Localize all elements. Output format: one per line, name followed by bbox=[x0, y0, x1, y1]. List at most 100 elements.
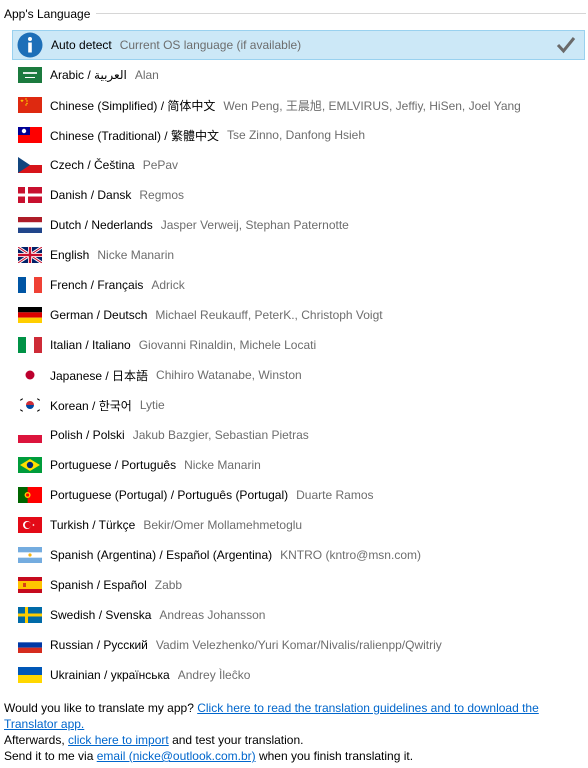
language-name: German / Deutsch bbox=[50, 308, 148, 322]
language-item[interactable]: Korean / 한국어 Lytie bbox=[12, 390, 585, 420]
language-item-auto-detect[interactable]: Auto detect Current OS language (if avai… bbox=[12, 30, 585, 60]
language-translators: Nicke Manarin bbox=[97, 248, 175, 262]
language-name: Russian / Русский bbox=[50, 638, 148, 652]
language-translators: Giovanni Rinaldin, Michele Locati bbox=[138, 338, 317, 352]
flag-spain-icon bbox=[18, 577, 42, 593]
language-name: Spanish (Argentina) / Español (Argentina… bbox=[50, 548, 273, 562]
footer-text: Send it to me via bbox=[4, 749, 97, 763]
info-icon bbox=[17, 32, 43, 58]
flag-argentina-icon bbox=[18, 547, 42, 563]
language-item[interactable]: Turkish / Türkçe Bekir/Omer Mollamehmetog… bbox=[12, 510, 585, 540]
language-translators: Nicke Manarin bbox=[184, 458, 261, 472]
language-translators: Chihiro Watanabe, Winston bbox=[156, 368, 302, 382]
language-name: English bbox=[50, 248, 90, 262]
language-list[interactable]: Auto detect Current OS language (if avai… bbox=[12, 30, 585, 690]
language-item[interactable]: Arabic / العربية Alan bbox=[12, 60, 585, 90]
flag-netherlands-icon bbox=[18, 217, 42, 233]
language-translators: Vadim Velezhenko/Yuri Komar/Nivalis/rali… bbox=[155, 638, 442, 652]
language-name: Chinese (Traditional) / 繁體中文 bbox=[50, 128, 219, 143]
footer-text: Would you like to translate my app? bbox=[4, 701, 198, 715]
language-item[interactable]: Spanish (Argentina) / Español (Argentina… bbox=[12, 540, 585, 570]
language-item[interactable]: French / Français Adrick bbox=[12, 270, 585, 300]
language-item[interactable]: Czech / Čeština PePav bbox=[12, 150, 585, 180]
language-item[interactable]: Chinese (Simplified) / 简体中文 Wen Peng, 王晨旭… bbox=[12, 90, 585, 120]
language-item[interactable]: Dutch / Nederlands Jasper Verweij, Stepha… bbox=[12, 210, 585, 240]
flag-sweden-icon bbox=[18, 607, 42, 623]
language-translators: PePav bbox=[142, 158, 179, 172]
footer-line-1: Would you like to translate my app? Clic… bbox=[4, 700, 584, 732]
flag-ukraine-icon bbox=[18, 667, 42, 683]
flag-saudi-arabia-icon bbox=[18, 67, 42, 83]
language-item[interactable]: English Nicke Manarin bbox=[12, 240, 585, 270]
language-name: Italian / Italiano bbox=[50, 338, 131, 352]
flag-korea-icon bbox=[18, 397, 42, 413]
language-name: Portuguese / Português bbox=[50, 458, 177, 472]
flag-italy-icon bbox=[18, 337, 42, 353]
flag-china-icon bbox=[18, 97, 42, 113]
language-name: Chinese (Simplified) / 简体中文 bbox=[50, 98, 216, 113]
language-item[interactable]: Chinese (Traditional) / 繁體中文 Tse Zinno, D… bbox=[12, 120, 585, 150]
language-name: Turkish / Türkçe bbox=[50, 518, 136, 532]
language-name: Polish / Polski bbox=[50, 428, 125, 442]
language-name: Spanish / Español bbox=[50, 578, 147, 592]
language-translators: Jakub Bazgier, Sebastian Pietras bbox=[132, 428, 309, 442]
language-item[interactable]: Ukrainian / українська Andrey Ìleĉko bbox=[12, 660, 585, 690]
language-item[interactable]: Japanese / 日本語 Chihiro Watanabe, Winston bbox=[12, 360, 585, 390]
language-translators: KNTRO (kntro@msn.com) bbox=[280, 548, 421, 562]
language-name: Arabic / العربية bbox=[50, 68, 127, 82]
language-item[interactable]: Polish / Polski Jakub Bazgier, Sebastian … bbox=[12, 420, 585, 450]
language-translators: Adrick bbox=[151, 278, 185, 292]
language-translators: Lytie bbox=[139, 398, 165, 412]
auto-detect-description: Current OS language (if available) bbox=[119, 38, 302, 52]
footer-line-3: Send it to me via email (nicke@outlook.c… bbox=[4, 748, 584, 764]
language-name: Korean / 한국어 bbox=[50, 398, 132, 413]
language-item[interactable]: Spanish / Español Zabb bbox=[12, 570, 585, 600]
language-translators: Andrey Ìleĉko bbox=[177, 668, 251, 682]
flag-czech-icon bbox=[18, 157, 42, 173]
language-translators: Duarte Ramos bbox=[296, 488, 374, 502]
language-name: Czech / Čeština bbox=[50, 158, 135, 172]
language-translators: Wen Peng, 王晨旭, EMLVIRUS, Jeffiy, HiSen, … bbox=[223, 98, 521, 113]
language-name: Japanese / 日本語 bbox=[50, 368, 149, 383]
flag-poland-icon bbox=[18, 427, 42, 443]
language-translators: Michael Reukauff, PeterK., Christoph Voi… bbox=[155, 308, 383, 322]
flag-japan-icon bbox=[18, 367, 42, 383]
footer-line-2: Afterwards, click here to import and tes… bbox=[4, 732, 584, 748]
language-name: Ukrainian / українська bbox=[50, 668, 170, 682]
language-translators: Regmos bbox=[139, 188, 185, 202]
auto-detect-label: Auto detect bbox=[51, 38, 112, 52]
flag-france-icon bbox=[18, 277, 42, 293]
language-name: Swedish / Svenska bbox=[50, 608, 152, 622]
language-item[interactable]: German / Deutsch Michael Reukauff, PeterK… bbox=[12, 300, 585, 330]
language-item[interactable]: Danish / Dansk Regmos bbox=[12, 180, 585, 210]
language-name: French / Français bbox=[50, 278, 144, 292]
flag-portugal-icon bbox=[18, 487, 42, 503]
groupbox-border bbox=[96, 13, 586, 14]
flag-taiwan-icon bbox=[18, 127, 42, 143]
language-item[interactable]: Portuguese (Portugal) / Português (Portu… bbox=[12, 480, 585, 510]
flag-russia-icon bbox=[18, 637, 42, 653]
language-name: Danish / Dansk bbox=[50, 188, 132, 202]
language-translators: Andreas Johansson bbox=[159, 608, 266, 622]
language-translators: Bekir/Omer Mollamehmetoglu bbox=[143, 518, 303, 532]
import-link[interactable]: click here to import bbox=[68, 733, 169, 747]
language-translators: Alan bbox=[134, 68, 159, 82]
language-translators: Tse Zinno, Danfong Hsieh bbox=[226, 128, 366, 142]
language-item[interactable]: Swedish / Svenska Andreas Johansson bbox=[12, 600, 585, 630]
language-item[interactable]: Portuguese / Português Nicke Manarin bbox=[12, 450, 585, 480]
language-groupbox: App's Language Auto detect Current OS la… bbox=[0, 0, 586, 695]
flag-brazil-icon bbox=[18, 457, 42, 473]
flag-germany-icon bbox=[18, 307, 42, 323]
language-translators: Jasper Verweij, Stephan Paternotte bbox=[160, 218, 349, 232]
footer-text: when you finish translating it. bbox=[255, 749, 414, 763]
email-link[interactable]: email (nicke@outlook.com.br) bbox=[97, 749, 256, 763]
language-translators: Zabb bbox=[154, 578, 183, 592]
flag-denmark-icon bbox=[18, 187, 42, 203]
flag-uk-icon bbox=[18, 247, 42, 263]
language-name: Dutch / Nederlands bbox=[50, 218, 153, 232]
language-item[interactable]: Russian / Русский Vadim Velezhenko/Yuri K… bbox=[12, 630, 585, 660]
language-name: Portuguese (Portugal) / Português (Portu… bbox=[50, 488, 289, 502]
groupbox-title: App's Language bbox=[4, 7, 91, 21]
language-item[interactable]: Italian / Italiano Giovanni Rinaldin, Mic… bbox=[12, 330, 585, 360]
checkmark-icon bbox=[556, 37, 576, 54]
